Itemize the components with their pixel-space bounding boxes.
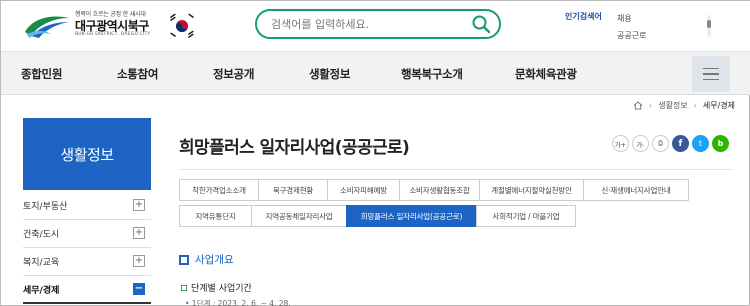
section-title: 사업개요 bbox=[195, 254, 234, 266]
page-tools: 가+ 가- ⎙ f t b bbox=[612, 135, 729, 152]
minus-icon[interactable]: − bbox=[133, 283, 145, 295]
nav-item-civil-service[interactable]: 종합민원 bbox=[21, 66, 62, 82]
logo-name: 대구광역시북구 bbox=[75, 19, 149, 34]
breadcrumb: › 생활정보 › 세무/경제 bbox=[633, 100, 735, 111]
logo-en: BUK-GU DISTRICT, DAEGU CITY bbox=[75, 32, 151, 38]
sub-heading: 단계별 사업기간 bbox=[181, 281, 252, 294]
hamburger-menu-icon[interactable] bbox=[692, 56, 730, 92]
home-icon[interactable] bbox=[633, 101, 643, 110]
print-icon[interactable]: ⎙ bbox=[652, 135, 669, 152]
logo-slogan: 행복이 흐르는 공정 한 새시대 bbox=[75, 11, 146, 19]
tab-consumer-coop[interactable]: 소비자생활협동조합 bbox=[399, 179, 480, 201]
tab-renewable-energy[interactable]: 신·재생에너지사업안내 bbox=[583, 179, 689, 201]
sub-title: 단계별 사업기간 bbox=[191, 284, 252, 294]
tab-energy-saving[interactable]: 계절별에너지절약실천방안 bbox=[479, 179, 584, 201]
square-bullet-icon bbox=[179, 254, 189, 265]
nav-item-about[interactable]: 행복북구소개 bbox=[401, 66, 463, 82]
sidebar-item-welfare[interactable]: 복지/교육 + bbox=[23, 248, 151, 276]
tab-good-price-shops[interactable]: 착한가격업소소개 bbox=[179, 179, 259, 201]
twitter-icon[interactable]: t bbox=[692, 135, 709, 152]
popular-search-list: 채용 공공근로 bbox=[617, 10, 646, 44]
popular-search-label: 인기검색어 bbox=[565, 12, 602, 21]
font-increase-icon[interactable]: 가+ bbox=[612, 135, 629, 152]
font-decrease-icon[interactable]: 가- bbox=[632, 135, 649, 152]
section-heading: 사업개요 bbox=[179, 252, 234, 267]
popular-search-item[interactable]: 채용 bbox=[617, 10, 646, 27]
tab-hope-plus-jobs[interactable]: 희망플러스 일자리사업(공공근로) bbox=[346, 205, 477, 227]
tab-economy-status[interactable]: 북구경제현황 bbox=[258, 179, 328, 201]
plus-icon[interactable]: + bbox=[133, 199, 145, 211]
title-divider bbox=[179, 169, 733, 170]
sidebar-item-construction[interactable]: 건축/도시 + bbox=[23, 220, 151, 248]
sidebar-item-label: 토지/부동산 bbox=[23, 202, 68, 212]
sidebar-item-label: 건축/도시 bbox=[23, 230, 60, 240]
nav-item-living-info[interactable]: 생활정보 bbox=[309, 66, 350, 82]
popular-search-scrollbar[interactable] bbox=[707, 15, 711, 37]
sidebar-item-label: 세무/경제 bbox=[23, 285, 60, 296]
sidebar-title: 생활정보 bbox=[23, 118, 151, 190]
page-title: 희망플러스 일자리사업(공공근로) bbox=[179, 138, 410, 158]
taegeuk-emblem-icon bbox=[169, 13, 195, 39]
tab-distribution-complex[interactable]: 지역유통단지 bbox=[179, 205, 252, 227]
tab-community-jobs[interactable]: 지역공동체일자리사업 bbox=[251, 205, 347, 227]
sidebar-item-label: 복지/교육 bbox=[23, 258, 60, 268]
period-detail: • 1단계 : 2023. 2. 6. ~ 4. 28. bbox=[185, 299, 291, 306]
blog-icon[interactable]: b bbox=[712, 135, 729, 152]
search-icon[interactable] bbox=[471, 14, 491, 34]
main-navigation: 종합민원 소통참여 정보공개 생활정보 행복북구소개 문화체육관광 bbox=[1, 51, 750, 95]
popular-search-item[interactable]: 공공근로 bbox=[617, 27, 646, 44]
plus-icon[interactable]: + bbox=[133, 227, 145, 239]
facebook-icon[interactable]: f bbox=[672, 135, 689, 152]
tab-consumer-protection[interactable]: 소비자피해예방 bbox=[327, 179, 400, 201]
square-bullet-icon bbox=[181, 284, 187, 291]
breadcrumb-item[interactable]: 생활정보 bbox=[658, 100, 687, 111]
top-header: 행복이 흐르는 공정 한 새시대 대구광역시북구 BUK-GU DISTRICT… bbox=[1, 1, 750, 51]
sidebar-item-tax-economy[interactable]: 세무/경제 − bbox=[23, 276, 151, 304]
chevron-right-icon: › bbox=[649, 101, 653, 110]
logo-icon bbox=[25, 16, 69, 38]
nav-item-communication[interactable]: 소통참여 bbox=[117, 66, 158, 82]
search-box bbox=[255, 9, 501, 39]
plus-icon[interactable]: + bbox=[133, 255, 145, 267]
sidebar-item-land[interactable]: 토지/부동산 + bbox=[23, 192, 151, 220]
tab-social-enterprise[interactable]: 사회적기업 / 마을기업 bbox=[476, 205, 576, 227]
nav-item-info-disclosure[interactable]: 정보공개 bbox=[213, 66, 254, 82]
nav-item-culture[interactable]: 문화체육관광 bbox=[515, 66, 577, 82]
breadcrumb-current[interactable]: 세무/경제 bbox=[703, 100, 735, 111]
chevron-right-icon: › bbox=[693, 101, 697, 110]
site-logo[interactable]: 행복이 흐르는 공정 한 새시대 대구광역시북구 BUK-GU DISTRICT… bbox=[21, 10, 150, 40]
search-input[interactable] bbox=[271, 17, 461, 32]
